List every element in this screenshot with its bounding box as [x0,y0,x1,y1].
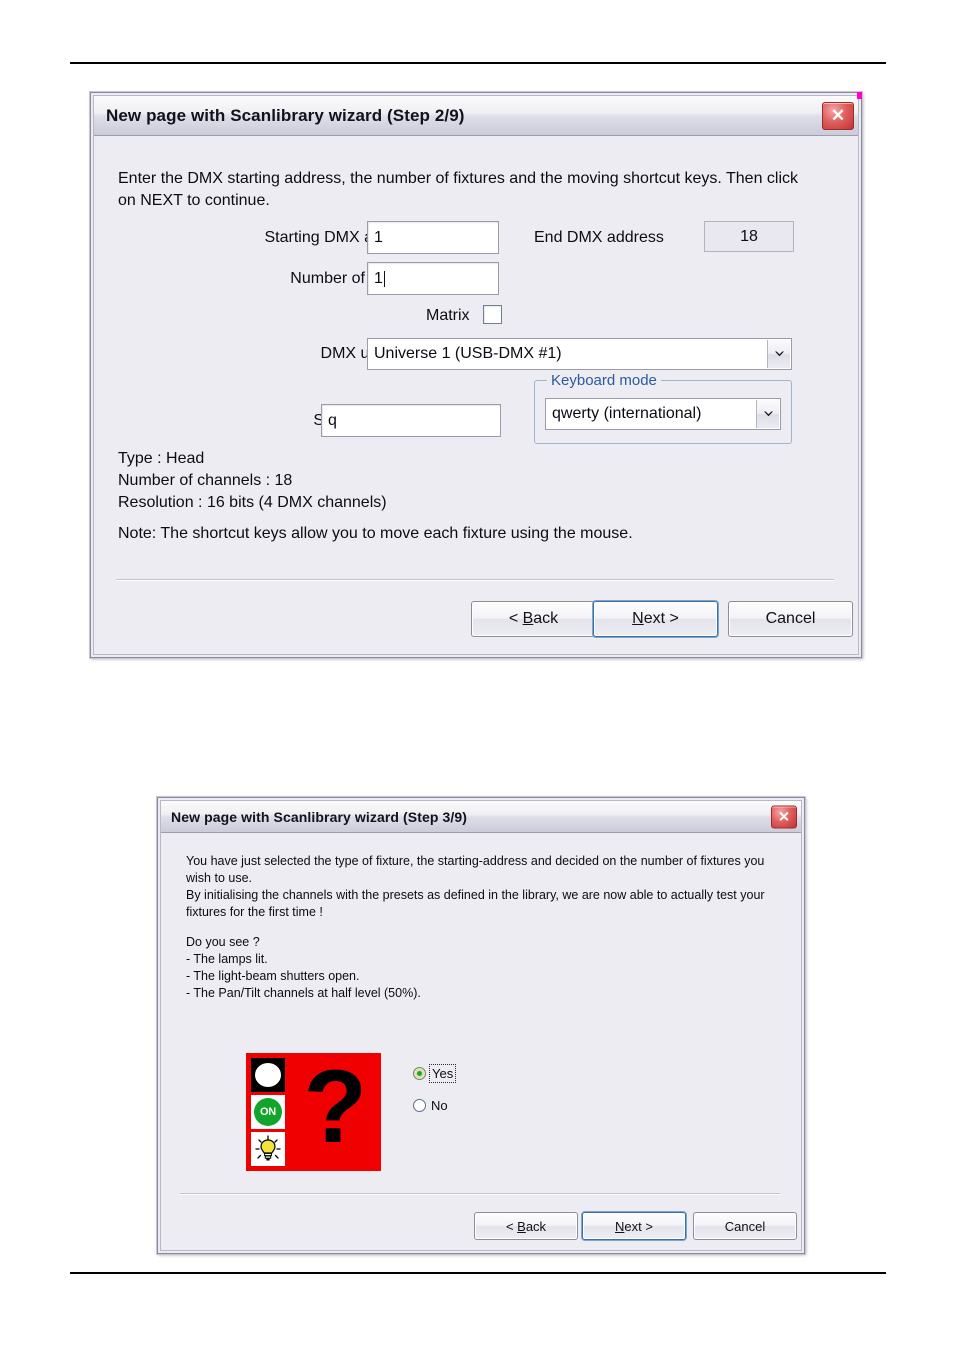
keyboard-mode-select[interactable]: qwerty (international) [545,398,781,430]
on-badge-icon: ON [251,1095,285,1129]
end-dmx-address-value: 18 [740,227,758,245]
keyboard-mode-title: Keyboard mode [547,372,661,389]
keyboard-mode-value: qwerty (international) [552,405,702,422]
starting-dmx-address-input[interactable]: 1 [367,221,499,254]
dialog-title: New page with Scanlibrary wizard (Step 3… [171,808,468,825]
chevron-down-icon[interactable] [767,340,790,368]
radio-no-label: No [431,1098,448,1113]
dialog-titlebar: New page with Scanlibrary wizard (Step 3… [161,801,801,833]
end-dmx-address-label: End DMX address [534,229,664,246]
lightbulb-icon [251,1132,285,1166]
page-rule-bottom [70,1272,886,1274]
back-button[interactable]: < Back [474,1212,578,1240]
next-button[interactable]: Next > [593,601,718,637]
lamp-icon [251,1058,285,1092]
back-button[interactable]: < Back [471,601,596,637]
radio-no-indicator [413,1099,426,1112]
close-icon[interactable]: ✕ [771,805,797,828]
number-of-fixtures-input[interactable]: 1 [367,262,499,295]
footer-separator [116,579,834,581]
starting-dmx-address-value: 1 [374,228,383,246]
white-circle-shape [255,1063,281,1087]
radio-yes-label: Yes [428,1064,457,1083]
cancel-button[interactable]: Cancel [728,601,853,637]
cancel-button[interactable]: Cancel [693,1212,797,1240]
close-icon-glyph: ✕ [778,808,790,825]
next-button[interactable]: Next > [582,1212,686,1240]
close-icon[interactable]: ✕ [822,101,854,130]
wizard-dialog-step-3: New page with Scanlibrary wizard (Step 3… [157,797,805,1254]
footer-separator [180,1193,780,1195]
intro-paragraph: You have just selected the type of fixtu… [186,854,765,919]
back-button-label: < Back [505,1218,547,1234]
page-rule-top [70,62,886,64]
magenta-artifact [857,92,862,99]
cancel-button-label: Cancel [724,1218,766,1234]
intro-text: Enter the DMX starting address, the numb… [118,170,799,209]
matrix-checkbox[interactable] [483,305,502,324]
shortcuts-input[interactable]: q [321,404,501,437]
dmx-universe-select[interactable]: Universe 1 (USB-DMX #1) [367,338,792,370]
dialog-titlebar: New page with Scanlibrary wizard (Step 2… [94,96,858,136]
chevron-down-icon[interactable] [756,400,779,428]
next-button-label: Next > [615,1218,653,1234]
dmx-universe-value: Universe 1 (USB-DMX #1) [374,345,562,362]
back-button-label: < Back [508,610,559,627]
number-of-fixtures-value: 1 [374,269,383,287]
fixture-test-illustration: ON ? [246,1053,381,1171]
matrix-label: Matrix [426,307,470,324]
end-dmx-address-value-box: 18 [704,221,794,252]
on-badge-text: ON [254,1098,282,1126]
fixture-info-text: Type : Head Number of channels : 18 Reso… [118,450,387,511]
radio-yes[interactable]: Yes [413,1064,457,1083]
text-caret [383,270,385,287]
wizard-dialog-step-2: New page with Scanlibrary wizard (Step 2… [90,92,862,658]
cancel-button-label: Cancel [765,610,816,627]
question-mark-glyph: ? [303,1053,367,1165]
close-icon-glyph: ✕ [830,106,846,125]
radio-yes-indicator [413,1067,426,1080]
shortcut-note-text: Note: The shortcut keys allow you to mov… [118,525,633,542]
radio-no[interactable]: No [413,1098,448,1113]
checklist-paragraph: Do you see ? - The lamps lit. - The ligh… [186,935,421,1000]
dialog-title: New page with Scanlibrary wizard (Step 2… [106,105,465,125]
next-button-label: Next > [632,610,679,627]
shortcuts-value: q [328,411,337,429]
